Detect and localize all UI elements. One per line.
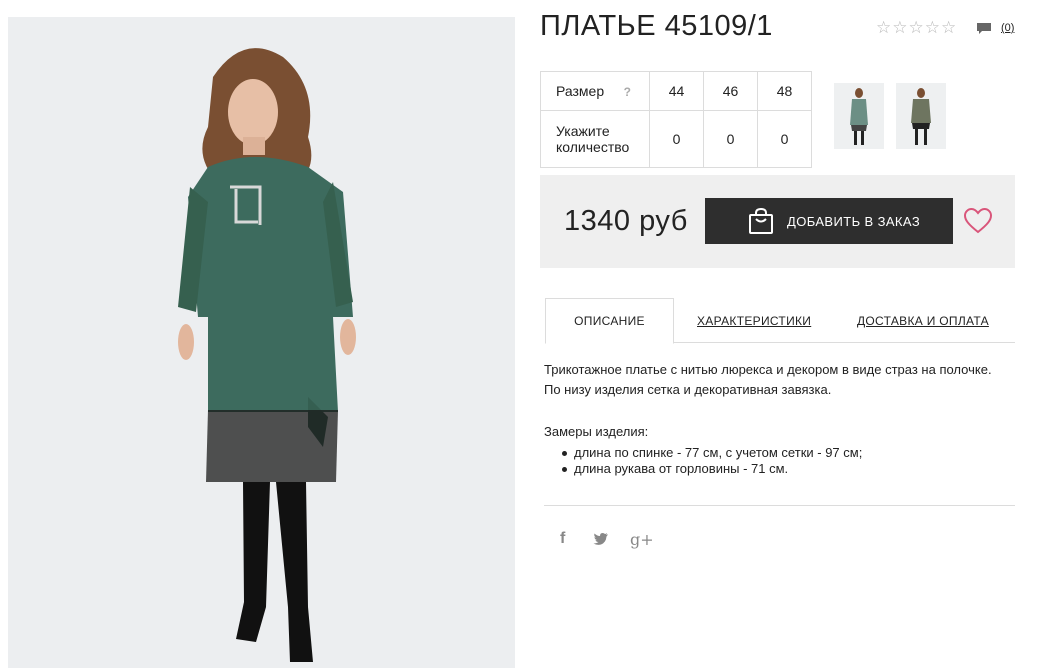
measurements-title: Замеры изделия: — [544, 424, 649, 439]
divider — [544, 505, 1015, 506]
add-to-order-button[interactable]: ДОБАВИТЬ В ЗАКАЗ — [705, 198, 953, 244]
description-line: Трикотажное платье с нитью люрекса и дек… — [544, 362, 992, 377]
product-title: ПЛАТЬЕ 45109/1 — [540, 10, 773, 42]
list-item: длина рукава от горловины - 71 см. — [562, 461, 862, 477]
size-46: 46 — [703, 71, 758, 111]
product-main-image[interactable] — [8, 17, 515, 668]
description-text: Трикотажное платье с нитью люрекса и дек… — [544, 360, 1016, 400]
size-48: 48 — [757, 71, 812, 111]
star-rating[interactable]: ☆ ☆ ☆ ☆ ☆ — [876, 19, 956, 36]
buy-panel: 1340 руб ДОБАВИТЬ В ЗАКАЗ — [540, 175, 1015, 268]
quantity-label: Укажите количество — [540, 110, 650, 168]
star-icon[interactable]: ☆ — [925, 19, 940, 36]
google-plus-icon[interactable]: g+ — [630, 530, 654, 549]
size-quantity-table: Размер ? 44 46 48 Укажите количество 0 0… — [540, 71, 812, 168]
quantity-input-44[interactable]: 0 — [649, 110, 704, 168]
shopping-bag-icon — [749, 207, 773, 234]
comment-icon[interactable] — [976, 22, 992, 35]
star-icon[interactable]: ☆ — [892, 19, 907, 36]
star-icon[interactable]: ☆ — [941, 19, 956, 36]
tab-description[interactable]: ОПИСАНИЕ — [545, 298, 674, 344]
measurements-list: длина по спинке - 77 см, с учетом сетки … — [562, 445, 862, 477]
product-thumbnail-2[interactable] — [896, 83, 946, 149]
size-label: Размер — [556, 83, 605, 99]
quantity-row: Укажите количество 0 0 0 — [540, 110, 812, 168]
size-help-icon[interactable]: ? — [624, 84, 631, 100]
size-44: 44 — [649, 71, 704, 111]
star-icon[interactable]: ☆ — [909, 19, 924, 36]
price: 1340 руб — [564, 205, 688, 237]
quantity-input-46[interactable]: 0 — [703, 110, 758, 168]
product-thumbnail-1[interactable] — [834, 83, 884, 149]
tab-characteristics[interactable]: ХАРАКТЕРИСТИКИ — [697, 298, 811, 343]
star-icon[interactable]: ☆ — [876, 19, 891, 36]
tab-delivery-payment[interactable]: ДОСТАВКА И ОПЛАТА — [857, 298, 989, 343]
quantity-input-48[interactable]: 0 — [757, 110, 812, 168]
add-to-order-label: ДОБАВИТЬ В ЗАКАЗ — [787, 213, 921, 229]
size-label-cell: Размер ? — [540, 71, 650, 111]
heart-icon[interactable] — [964, 208, 992, 234]
size-row: Размер ? 44 46 48 — [540, 71, 812, 111]
facebook-icon[interactable]: f — [560, 530, 565, 548]
review-count-link[interactable]: (0) — [1001, 22, 1014, 34]
description-line: По низу изделия сетка и декоративная зав… — [544, 382, 832, 397]
list-item: длина по спинке - 77 см, с учетом сетки … — [562, 445, 862, 461]
twitter-icon[interactable] — [593, 532, 609, 546]
product-tabs: ОПИСАНИЕ ХАРАКТЕРИСТИКИ ДОСТАВКА И ОПЛАТ… — [545, 298, 1015, 344]
